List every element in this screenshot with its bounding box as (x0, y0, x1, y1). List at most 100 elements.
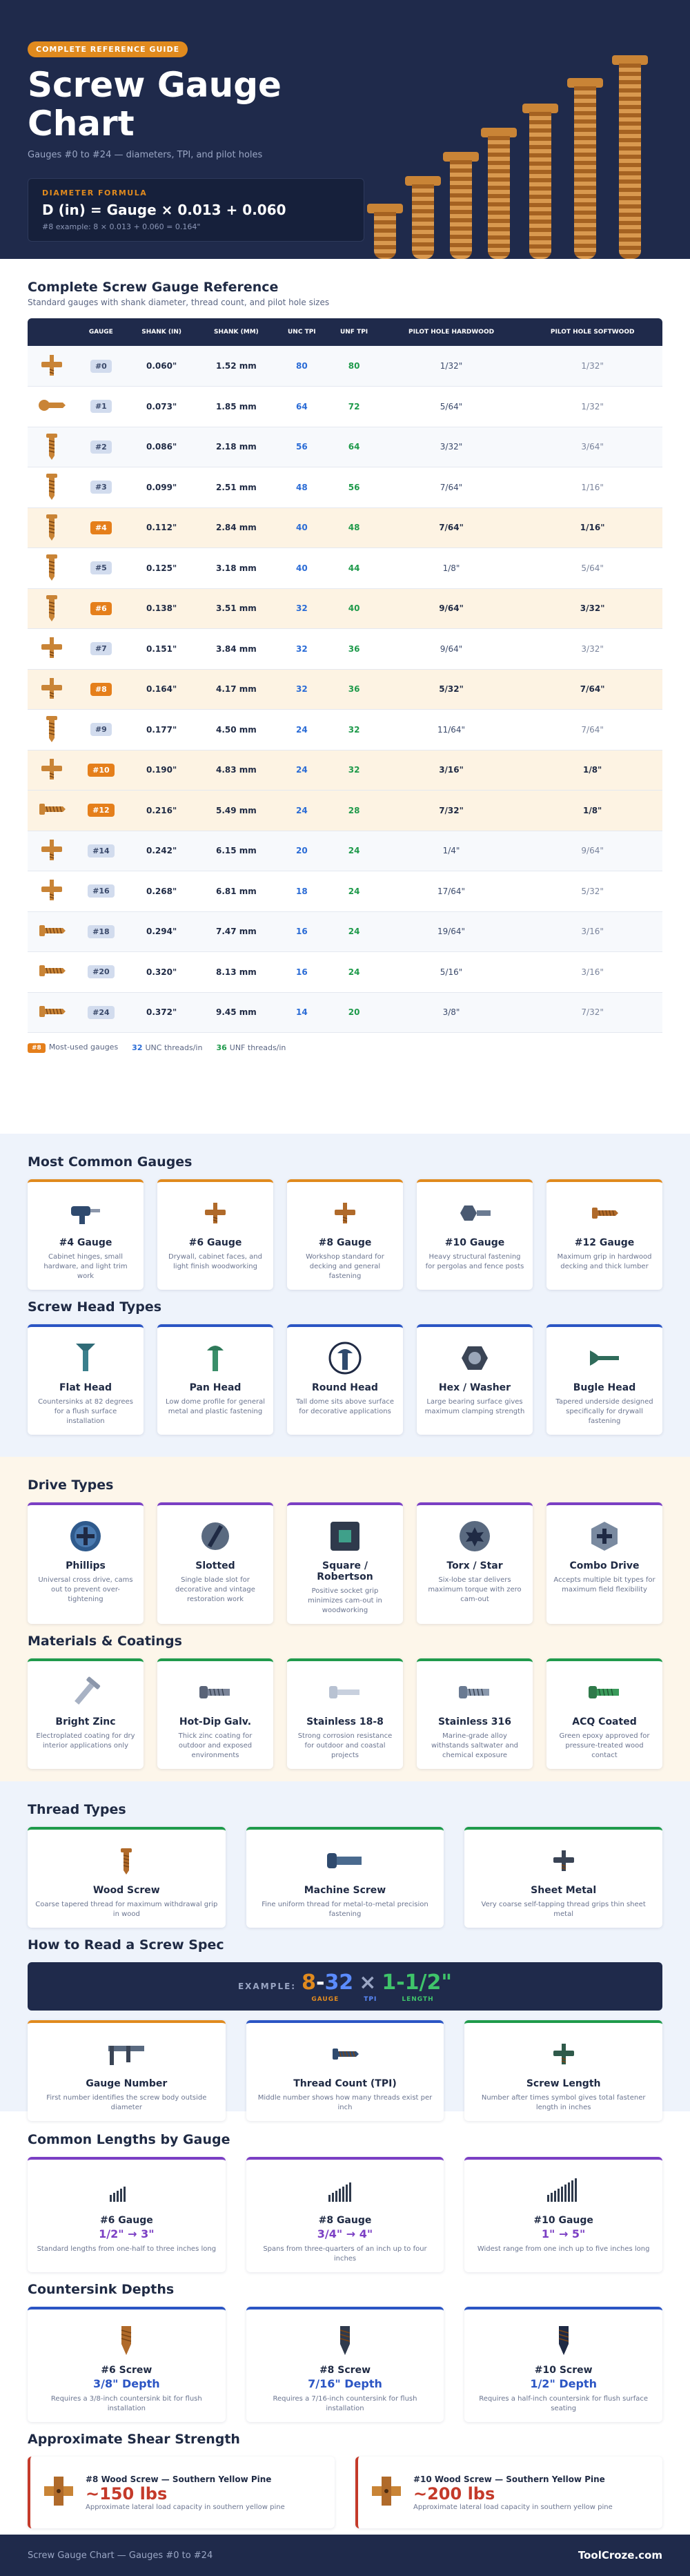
caliper-icon (34, 2033, 219, 2075)
unf-tpi-cell: 80 (348, 361, 360, 371)
unf-tpi-cell: 44 (348, 563, 360, 573)
pilot-hardwood-cell: 19/64" (437, 927, 466, 937)
shank-in-cell: 0.125" (146, 563, 177, 573)
shank-in-cell: 0.190" (146, 765, 177, 775)
pilot-hardwood-cell: 1/32" (440, 361, 463, 371)
formula-example: #8 example: 8 × 0.013 + 0.060 = 0.164" (42, 222, 201, 231)
drives-card: Square / Robertson Positive socket grip m… (287, 1502, 403, 1624)
common-card-desc: Cabinet hinges, small hardware, and ligh… (43, 1253, 128, 1280)
pilot-hardwood-cell: 7/64" (439, 523, 464, 533)
wood-screw-icon (34, 1839, 219, 1882)
shear-card-body: #10 Wood Screw — Southern Yellow Pine ~20… (413, 2475, 613, 2511)
materials-card-desc: Green epoxy approved for pressure-treate… (559, 1732, 650, 1759)
lengths-card: #10 Gauge 1" → 5" Widest range from one in… (464, 2157, 662, 2272)
shank-mm-cell: 7.47 mm (216, 927, 257, 937)
threads-card-title: Sheet Metal (531, 1885, 597, 1896)
thread-types-grid: Wood Screw Coarse tapered thread for maxi… (28, 1827, 662, 1928)
spec-length: 1-1/2" (382, 1970, 452, 1995)
header-cell-2: SHANK (IN) (126, 318, 197, 346)
shank-in-cell: 0.216" (146, 805, 177, 815)
reference-section: Complete Screw Gauge Reference Standard … (0, 259, 690, 1134)
pilot-softwood-cell: 7/64" (580, 684, 605, 695)
table-row: #5 0.125" 3.18 mm 40 44 1/8" 5/64" (28, 548, 662, 588)
materials-card: Hot-Dip Galv. Thick zinc coating for outd… (157, 1658, 273, 1769)
header-cell-1: GAUGE (76, 318, 126, 346)
pilot-hardwood-cell: 5/64" (440, 401, 463, 411)
gauge-badge: #18 (88, 924, 115, 938)
gauge-badge: #10 (88, 763, 115, 777)
unf-tpi-cell: 24 (348, 846, 360, 856)
marine-screw-icon (424, 1671, 526, 1714)
table-row: #6 0.138" 3.51 mm 32 40 9/64" 3/32" (28, 588, 662, 629)
footer-text: Screw Gauge Chart — Gauges #0 to #24 (28, 2550, 213, 2561)
footer-brand[interactable]: ToolCroze.com (578, 2549, 662, 2562)
countersink-card-title: #10 Screw (534, 2365, 593, 2376)
shank-in-cell: 0.177" (146, 724, 177, 735)
gauge-badge: #24 (88, 1005, 115, 1019)
shank-mm-cell: 4.50 mm (216, 724, 257, 735)
gauge-cell: #24 (76, 992, 126, 1033)
unf-tpi-cell: 56 (348, 482, 360, 492)
shear-card-value: ~200 lbs (413, 2483, 495, 2504)
pilot-hardwood-cell: 3/16" (439, 765, 464, 775)
gauge-badge: #2 (90, 440, 112, 454)
unc-tpi-cell: 56 (295, 442, 308, 452)
materials-card-title: ACQ Coated (572, 1716, 637, 1727)
drives-card-title: Square / Robertson (317, 1560, 373, 1582)
countersink-card-desc: Requires a 3/8-inch countersink bit for … (50, 2395, 202, 2412)
pilot-softwood-cell: 3/16" (581, 927, 604, 937)
heads-card-desc: Countersinks at 82 degrees for a flush s… (38, 1398, 133, 1425)
drill-icon (34, 1192, 137, 1234)
threads-card-desc: Coarse tapered thread for maximum withdr… (35, 1901, 218, 1918)
length-bars-icon (34, 2169, 219, 2212)
spec-card-desc: First number identifies the screw body o… (46, 2094, 207, 2111)
torx-drive-icon (424, 1515, 526, 1558)
legend-text-unf: UNF threads/in (229, 1043, 286, 1052)
drives-card-desc: Accepts multiple bit types for maximum f… (553, 1576, 656, 1594)
lengths-card-value: 1/2" → 3" (99, 2227, 155, 2240)
threads-card: Machine Screw Fine uniform thread for met… (246, 1827, 444, 1928)
countersink-card-title: #8 Screw (319, 2365, 371, 2376)
pilot-softwood-cell: 1/8" (582, 805, 602, 815)
heads-card: Bugle Head Tapered underside designed spe… (546, 1324, 662, 1435)
countersink-card-desc: Requires a 7/16-inch countersink for flu… (273, 2395, 417, 2412)
heads-title: Screw Head Types (28, 1299, 162, 1315)
materials-card: ACQ Coated Green epoxy approved for press… (546, 1658, 662, 1769)
unf-tpi-cell: 24 (348, 886, 360, 896)
pilot-softwood-cell: 5/64" (581, 563, 604, 573)
countersink-title: Countersink Depths (28, 2282, 175, 2297)
threads-title: Thread Types (28, 1802, 126, 1817)
machine-screw-icon (253, 1839, 437, 1882)
table-row: #2 0.086" 2.18 mm 56 64 3/32" 3/64" (28, 427, 662, 467)
lengths-card: #6 Gauge 1/2" → 3" Standard lengths from o… (28, 2157, 226, 2272)
pilot-softwood-cell: 7/64" (581, 724, 604, 735)
countersink-bit-icon (253, 2319, 437, 2362)
drives-card-title: Torx / Star (446, 1560, 503, 1571)
thread-icon (253, 2033, 437, 2075)
lengths-grid: #6 Gauge 1/2" → 3" Standard lengths from o… (28, 2157, 662, 2272)
gauge-cell: #14 (76, 831, 126, 871)
formula-label: DIAMETER FORMULA (42, 188, 148, 197)
legend-text-common: Most-used gauges (48, 1043, 119, 1052)
common-card: #10 Gauge Heavy structural fastening for … (417, 1179, 533, 1290)
unc-tpi-cell: 24 (295, 765, 308, 775)
pilot-softwood-cell: 1/32" (581, 401, 604, 411)
screw-stack-illustration (367, 52, 649, 259)
shear-grid: #8 Wood Screw — Southern Yellow Pine ~150… (28, 2457, 662, 2528)
pilot-softwood-cell: 1/8" (582, 765, 602, 775)
drives-card-desc: Single blade slot for decorative and vin… (175, 1576, 255, 1603)
shank-in-cell: 0.086" (146, 442, 177, 452)
spec-label-tpi: TPI (364, 1995, 377, 2003)
drives-card: Combo Drive Accepts multiple bit types fo… (546, 1502, 662, 1624)
materials-card: Bright Zinc Electroplated coating for dry… (28, 1658, 144, 1769)
screw-icon (28, 831, 76, 871)
gauge-cell: #3 (76, 467, 126, 508)
gauge-badge: #1 (90, 400, 112, 414)
unf-tpi-cell: 40 (348, 603, 360, 614)
shear-card-body: #8 Wood Screw — Southern Yellow Pine ~150… (86, 2475, 285, 2511)
lengths-card: #8 Gauge 3/4" → 4" Spans from three-quarte… (246, 2157, 444, 2272)
spec-dash: - (315, 1970, 325, 1995)
screw-icon (28, 952, 76, 993)
galv-screw-icon (164, 1671, 266, 1714)
table-row: #20 0.320" 8.13 mm 16 24 5/16" 3/16" (28, 952, 662, 993)
